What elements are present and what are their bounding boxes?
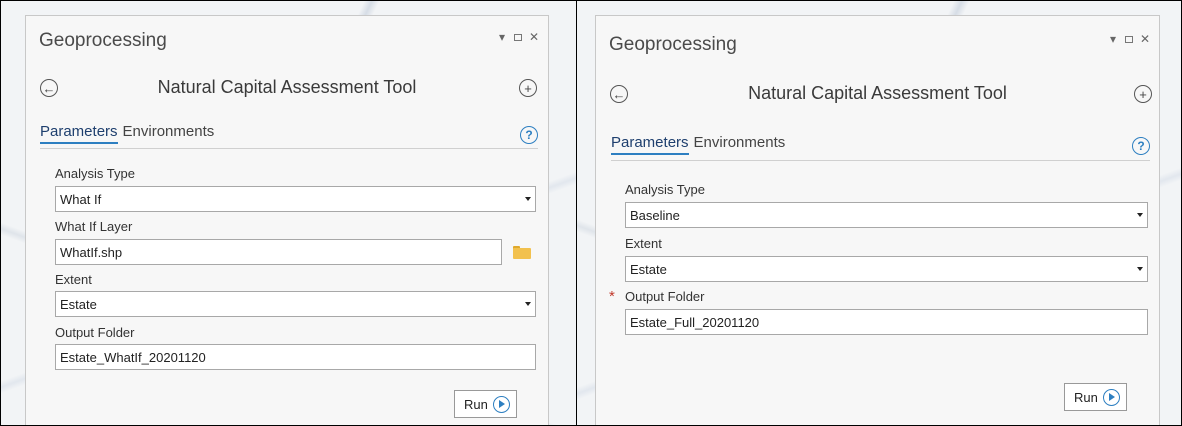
required-marker: * [609, 288, 615, 305]
tab-bar: Parameters Environments [40, 123, 214, 144]
maximize-icon[interactable] [1125, 35, 1133, 43]
extent-value: Estate [630, 261, 667, 277]
chevron-down-icon [1137, 267, 1143, 271]
extent-select[interactable]: Estate [55, 291, 536, 317]
run-label: Run [1074, 389, 1098, 405]
output-folder-value: Estate_WhatIf_20201120 [60, 349, 206, 365]
geoprocessing-pane: Geoprocessing ▾ ✕ ← Natural Capital Asse… [595, 15, 1160, 425]
add-icon[interactable]: + [1134, 85, 1152, 103]
output-folder-label: Output Folder [55, 325, 135, 340]
menu-dropdown-icon[interactable]: ▾ [496, 30, 508, 44]
chevron-down-icon [1137, 213, 1143, 217]
tab-parameters[interactable]: Parameters [40, 123, 118, 144]
close-icon[interactable]: ✕ [528, 30, 540, 44]
analysis-type-value: What If [60, 191, 102, 207]
extent-value: Estate [60, 296, 97, 312]
run-button[interactable]: Run [454, 390, 517, 418]
folder-icon[interactable] [513, 246, 531, 259]
tab-environments[interactable]: Environments [123, 123, 215, 144]
menu-dropdown-icon[interactable]: ▾ [1107, 32, 1119, 46]
output-folder-value: Estate_Full_20201120 [630, 314, 760, 330]
extent-label: Extent [625, 236, 662, 251]
analysis-type-select[interactable]: What If [55, 186, 536, 212]
what-if-layer-input[interactable]: WhatIf.shp [55, 239, 502, 265]
output-folder-input[interactable]: Estate_WhatIf_20201120 [55, 344, 536, 370]
tab-divider [40, 148, 538, 149]
what-if-layer-label: What If Layer [55, 219, 133, 234]
analysis-type-label: Analysis Type [625, 182, 705, 197]
extent-label: Extent [55, 272, 92, 287]
window-controls: ▾ ✕ [1107, 32, 1151, 46]
chevron-down-icon [525, 302, 531, 306]
tab-environments[interactable]: Environments [694, 134, 786, 155]
geoprocessing-pane: Geoprocessing ▾ ✕ ← Natural Capital Asse… [25, 15, 549, 425]
tab-divider [611, 160, 1150, 161]
help-icon[interactable]: ? [1132, 137, 1150, 155]
tool-title: Natural Capital Assessment Tool [157, 77, 417, 97]
help-icon[interactable]: ? [520, 126, 538, 144]
close-icon[interactable]: ✕ [1139, 32, 1151, 46]
analysis-type-label: Analysis Type [55, 166, 135, 181]
pane-title: Geoprocessing [609, 34, 737, 55]
add-icon[interactable]: + [519, 79, 537, 97]
analysis-type-select[interactable]: Baseline [625, 202, 1148, 228]
run-play-icon [492, 395, 510, 413]
pane-title: Geoprocessing [39, 30, 167, 51]
output-folder-label: Output Folder [625, 289, 705, 304]
tab-bar: Parameters Environments [611, 134, 785, 155]
chevron-down-icon [525, 197, 531, 201]
analysis-type-value: Baseline [630, 207, 680, 223]
tool-title: Natural Capital Assessment Tool [748, 83, 1007, 103]
tab-parameters[interactable]: Parameters [611, 134, 689, 155]
window-controls: ▾ ✕ [496, 30, 540, 44]
run-play-icon [1102, 388, 1120, 406]
extent-select[interactable]: Estate [625, 256, 1148, 282]
right-screenshot: Geoprocessing ▾ ✕ ← Natural Capital Asse… [576, 0, 1182, 426]
run-button[interactable]: Run [1064, 383, 1127, 411]
left-screenshot: Geoprocessing ▾ ✕ ← Natural Capital Asse… [0, 0, 577, 426]
maximize-icon[interactable] [514, 33, 522, 41]
what-if-layer-value: WhatIf.shp [60, 244, 123, 260]
output-folder-input[interactable]: Estate_Full_20201120 [625, 309, 1148, 335]
run-label: Run [464, 396, 488, 412]
